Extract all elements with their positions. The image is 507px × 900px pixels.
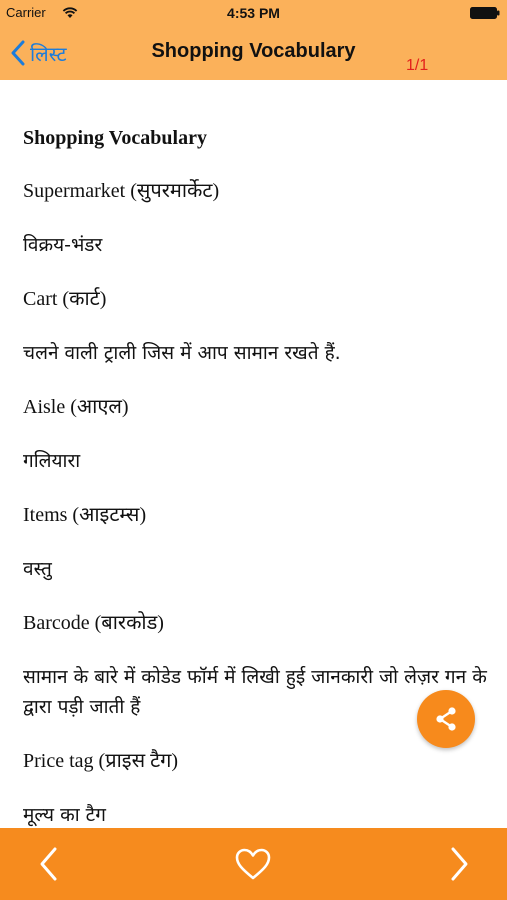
vocab-entry: गलियारा (23, 450, 81, 472)
favorite-button[interactable] (233, 844, 273, 884)
status-bar: Carrier 4:53 PM (0, 0, 507, 28)
nav-bar: लिस्ट Shopping Vocabulary 1/1 (0, 28, 507, 80)
header: Carrier 4:53 PM लिस्ट Shopping Vocabular… (0, 0, 507, 80)
page-title: Shopping Vocabulary (151, 40, 356, 62)
vocab-entry: विक्रय-भंडर (23, 234, 103, 256)
vocab-entry: Items (आइटम्स) (23, 504, 147, 526)
chevron-right-icon (451, 847, 468, 881)
heart-outline-icon (235, 848, 271, 880)
next-button[interactable] (440, 844, 480, 884)
bottom-toolbar (0, 828, 507, 900)
vocab-entry: Price tag (प्राइस टैग) (23, 750, 179, 772)
content-heading: Shopping Vocabulary (23, 127, 207, 149)
vocab-entry: मूल्य का टैग (23, 804, 106, 826)
vocab-entry: Cart (कार्ट) (23, 288, 107, 310)
chevron-left-icon (40, 847, 57, 881)
page-counter: 1/1 (406, 57, 429, 74)
battery-icon (470, 7, 500, 19)
vocab-entry: वस्तु (23, 558, 52, 580)
vocab-entry: Barcode (बारकोड) (23, 612, 164, 634)
vocab-entry: चलने वाली ट्राली जिस में आप सामान रखते ह… (23, 342, 341, 364)
vocab-entry: Aisle (आएल) (23, 396, 129, 418)
previous-button[interactable] (28, 844, 68, 884)
vocab-entry: Supermarket (सुपरमार्केट) (23, 180, 220, 202)
share-button[interactable] (417, 690, 475, 748)
status-time: 4:53 PM (227, 5, 280, 21)
share-icon (436, 707, 456, 731)
